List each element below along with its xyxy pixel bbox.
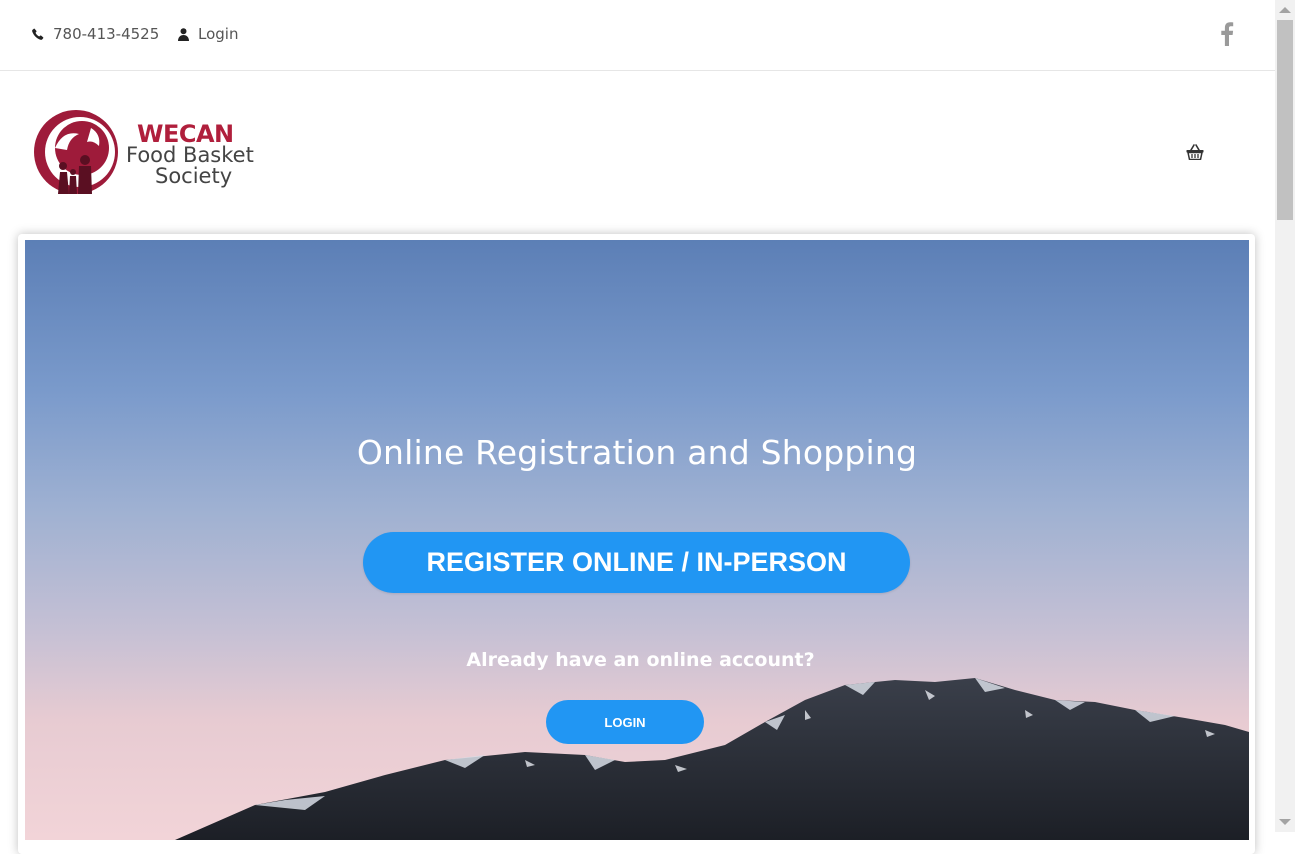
logo-subtitle-line1: Food Basket — [126, 143, 254, 167]
phone-icon — [32, 28, 44, 40]
hero-banner: Online Registration and Shopping REGISTE… — [25, 240, 1249, 840]
site-logo[interactable]: WECAN Food Basket Society — [33, 108, 273, 196]
top-bar: 780-413-4525 Login — [0, 0, 1275, 71]
top-login-link[interactable]: Login — [178, 25, 238, 43]
scroll-up-arrow[interactable] — [1279, 7, 1291, 13]
login-button[interactable]: LOGIN — [546, 700, 704, 744]
scrollbar-thumb[interactable] — [1277, 20, 1293, 220]
login-label: Login — [198, 25, 239, 43]
existing-account-prompt: Already have an online account? — [466, 649, 815, 671]
register-button[interactable]: REGISTER ONLINE / IN-PERSON — [363, 532, 910, 593]
facebook-icon[interactable] — [1220, 22, 1234, 46]
user-icon — [178, 27, 189, 41]
phone-number: 780-413-4525 — [53, 25, 160, 43]
scroll-down-arrow[interactable] — [1279, 819, 1291, 825]
hero-title: Online Registration and Shopping — [356, 433, 918, 472]
basket-icon[interactable] — [1186, 144, 1204, 160]
page-scrollbar[interactable] — [1275, 0, 1295, 832]
phone-link[interactable]: 780-413-4525 — [32, 25, 159, 43]
logo-emblem — [34, 110, 118, 194]
logo-subtitle-line2: Society — [155, 164, 233, 188]
